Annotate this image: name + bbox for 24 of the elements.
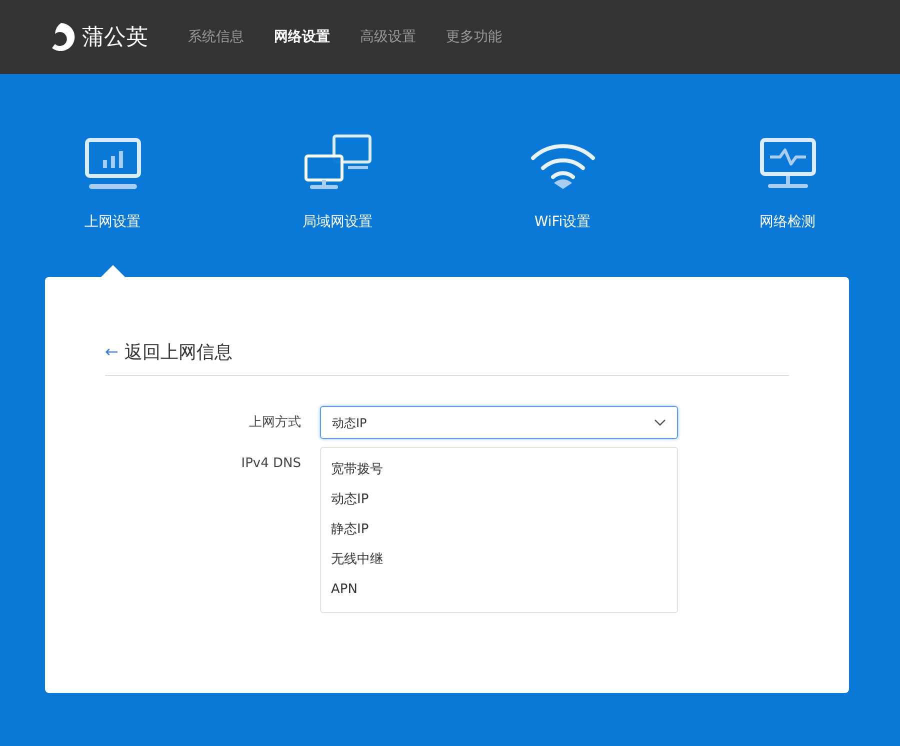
field-label: 上网方式 (248, 414, 302, 432)
nav-tab[interactable]: 高级设置 (360, 26, 416, 48)
back-link[interactable]: ← 返回上网信息 (105, 337, 789, 367)
dropdown-option[interactable]: 无线中继 (321, 545, 677, 575)
wifi-icon (530, 142, 596, 190)
dropdown-option[interactable]: APN (321, 575, 677, 605)
nav-tab[interactable]: 更多功能 (446, 26, 502, 48)
back-arrow-icon: ← (105, 340, 118, 364)
section-tab[interactable]: WiFi设置 (530, 130, 596, 277)
chevron-down-icon (654, 418, 666, 426)
nav-tab[interactable]: 系统信息 (188, 26, 244, 48)
two-monitors-icon (304, 134, 372, 190)
dropdown-option[interactable]: 动态IP (321, 485, 677, 515)
brand-name: 蒲公英 (82, 24, 148, 52)
section-tab[interactable]: 网络检测 (760, 130, 816, 277)
dropdown-option[interactable]: 宽带拨号 (321, 455, 677, 485)
monitor-pulse-icon (760, 138, 816, 190)
monitor-chart-icon (84, 138, 140, 190)
field-label: IPv4 DNS (240, 455, 302, 473)
back-link-label: 返回上网信息 (124, 340, 232, 364)
connection-type-select[interactable]: 动态IP (320, 406, 678, 439)
section-tab[interactable]: 局域网设置 (302, 130, 372, 277)
nav-tab[interactable]: 网络设置 (274, 26, 330, 48)
dropdown-option[interactable]: 静态IP (321, 515, 677, 545)
